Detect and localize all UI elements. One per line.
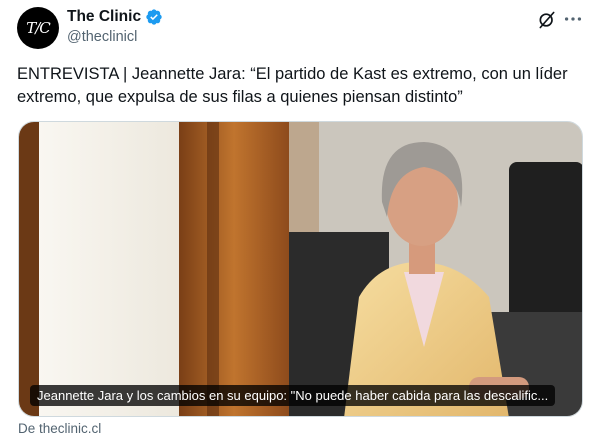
verified-badge-icon	[146, 9, 162, 25]
display-name[interactable]: The Clinic	[67, 8, 141, 26]
handle[interactable]: @theclinicl	[67, 29, 137, 45]
tweet-text: ENTREVISTA | Jeannette Jara: “El partido…	[17, 65, 568, 106]
tweet[interactable]: T/C The Clinic @theclinicl ENTREVISTA | …	[0, 0, 591, 438]
link-card[interactable]: Jeannette Jara y los cambios en su equip…	[18, 121, 583, 417]
more-icon[interactable]	[562, 8, 584, 30]
article-photo	[19, 122, 582, 416]
card-caption: Jeannette Jara y los cambios en su equip…	[30, 385, 556, 406]
avatar[interactable]: T/C	[17, 7, 59, 49]
card-source[interactable]: De theclinic.cl	[18, 421, 101, 436]
grok-icon[interactable]	[537, 10, 557, 30]
author-name-row: The Clinic	[67, 8, 163, 26]
